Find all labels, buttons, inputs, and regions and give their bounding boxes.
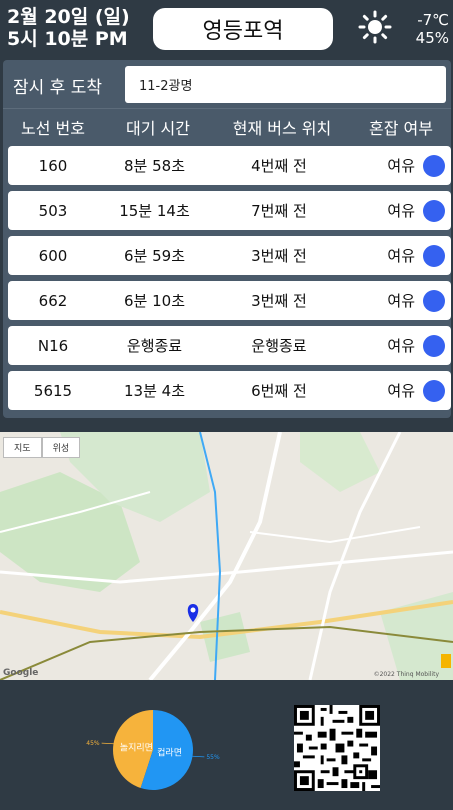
tab-satellite[interactable]: 위성 (41, 437, 81, 458)
route-number: 662 (38, 291, 68, 310)
qr-code (294, 705, 380, 791)
bus-location: 3번째 전 (251, 247, 307, 265)
status-dot-icon (423, 289, 445, 312)
header-bar: 2월 20일 (일) 5시 10분 PM 영등포역 -7℃ 45% (0, 0, 453, 58)
pie-chart: 놀지리면 45% 컵라면 55% (86, 710, 220, 790)
route-number: 160 (38, 156, 68, 175)
humidity-text: 45% (415, 29, 449, 47)
bottom-section: 놀지리면 45% 컵라면 55% (0, 680, 453, 810)
table-row[interactable]: N16 운행종료 운행종료 여유 (8, 326, 451, 365)
arriving-soon-value: 11-2광명 (125, 66, 446, 103)
pie-slice-percent: 55% (206, 754, 220, 761)
temperature-text: -7℃ (417, 11, 449, 29)
bus-location: 6번째 전 (251, 382, 307, 400)
header-crowd: 혼잡 여부 (369, 118, 433, 138)
station-name-box[interactable]: 영등포역 (153, 8, 333, 50)
crowd-status: 여유 (347, 199, 451, 222)
header-wait: 대기 시간 (126, 118, 190, 138)
wait-time: 15분 14초 (119, 202, 190, 220)
sun-icon (358, 10, 392, 44)
crowd-label: 여유 (387, 157, 415, 175)
status-dot-icon (423, 334, 445, 357)
status-dot-icon (423, 199, 445, 222)
weather-info: -7℃ 45% (416, 11, 449, 47)
arriving-soon-row: 잠시 후 도착 11-2광명 (3, 60, 451, 108)
bus-location: 4번째 전 (251, 157, 307, 175)
pie-label-leader (101, 742, 114, 745)
wait-time: 13분 4초 (124, 382, 185, 400)
date-text: 2월 20일 (일) (7, 6, 130, 28)
status-dot-icon (423, 154, 445, 177)
datetime: 2월 20일 (일) 5시 10분 PM (7, 6, 130, 50)
map-view[interactable]: 지도 위성 Google ©2022 Thinq Mobility (0, 432, 453, 680)
pie-slice-percent: 45% (86, 740, 100, 747)
wait-time: 운행종료 (126, 337, 183, 355)
bus-arrival-panel: 잠시 후 도착 11-2광명 노선 번호 대기 시간 현재 버스 위치 혼잡 여… (3, 60, 451, 418)
map-attribution: ©2022 Thinq Mobility (373, 671, 439, 678)
wait-time: 8분 58초 (124, 157, 185, 175)
crowd-label: 여유 (387, 247, 415, 265)
route-number: 503 (38, 201, 68, 220)
bus-location: 7번째 전 (251, 202, 307, 220)
route-number: 5615 (33, 381, 73, 400)
table-row[interactable]: 503 15분 14초 7번째 전 여유 (8, 191, 451, 230)
wait-time: 6분 59초 (124, 247, 185, 265)
table-row[interactable]: 5615 13분 4초 6번째 전 여유 (8, 371, 451, 410)
table-header: 노선 번호 대기 시간 현재 버스 위치 혼잡 여부 (3, 108, 451, 144)
crowd-status: 여유 (347, 154, 451, 177)
pie-label-leader (192, 755, 205, 758)
map-canvas[interactable] (0, 432, 453, 680)
crowd-label: 여유 (387, 202, 415, 220)
map-type-tabs: 지도 위성 (3, 437, 81, 458)
route-number: N16 (37, 336, 69, 355)
tab-map[interactable]: 지도 (3, 437, 42, 458)
crowd-status: 여유 (347, 244, 451, 267)
status-dot-icon (423, 379, 445, 402)
crowd-status: 여유 (347, 379, 451, 402)
table-row[interactable]: 600 6분 59초 3번째 전 여유 (8, 236, 451, 275)
bus-location: 운행종료 (251, 337, 307, 355)
bus-location: 3번째 전 (251, 292, 307, 310)
table-row[interactable]: 160 8분 58초 4번째 전 여유 (8, 146, 451, 185)
header-route: 노선 번호 (21, 118, 85, 138)
crowd-label: 여유 (387, 292, 415, 310)
street-view-icon (441, 654, 451, 668)
crowd-status: 여유 (347, 334, 451, 357)
wait-time: 6분 10초 (124, 292, 185, 310)
google-logo: Google (3, 668, 39, 678)
pie-slice-name: 컵라면 (157, 747, 182, 759)
status-dot-icon (423, 244, 445, 267)
arriving-soon-label: 잠시 후 도착 (13, 78, 103, 98)
time-text: 5시 10분 PM (7, 28, 128, 50)
crowd-status: 여유 (347, 289, 451, 312)
pie-slice-name: 놀지리면 (120, 742, 153, 753)
table-row[interactable]: 662 6분 10초 3번째 전 여유 (8, 281, 451, 320)
crowd-label: 여유 (387, 337, 415, 355)
header-location: 현재 버스 위치 (232, 118, 332, 138)
crowd-label: 여유 (387, 382, 415, 400)
route-number: 600 (38, 246, 68, 265)
